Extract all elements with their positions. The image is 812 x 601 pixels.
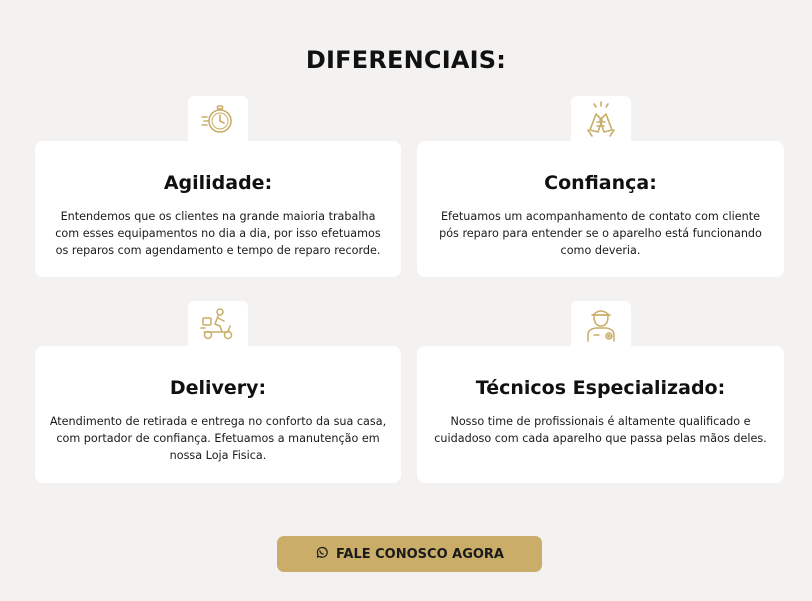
technician-icon	[583, 305, 619, 347]
icon-box	[571, 96, 631, 146]
feature-card-tecnicos: Técnicos Especializado: Nosso time de pr…	[417, 346, 784, 483]
contact-button-label: FALE CONOSCO AGORA	[336, 546, 504, 562]
card-title: Técnicos Especializado:	[475, 377, 726, 399]
stopwatch-icon	[200, 101, 236, 141]
whatsapp-icon	[315, 546, 328, 563]
card-text: Nosso time de profissionais é altamente …	[434, 415, 767, 445]
card-title: Agilidade:	[163, 172, 273, 194]
card-title: Delivery:	[169, 377, 267, 399]
icon-box	[188, 96, 248, 146]
card-text: Entendemos que os clientes na grande mai…	[55, 210, 381, 257]
handshake-icon	[582, 100, 620, 142]
feature-card-confianca: Confiança: Efetuamos um acompanhamento d…	[417, 141, 784, 277]
icon-box	[571, 301, 631, 351]
feature-card-delivery: Delivery: Atendimento de retirada e entr…	[35, 346, 401, 483]
section-title: DIFERENCIAIS:	[305, 46, 507, 74]
delivery-scooter-icon	[200, 306, 236, 346]
card-title: Confiança:	[544, 172, 657, 194]
feature-card-agilidade: Agilidade: Entendemos que os clientes na…	[35, 141, 401, 277]
card-text: Atendimento de retirada e entrega no con…	[49, 415, 387, 462]
contact-button[interactable]: FALE CONOSCO AGORA	[277, 536, 542, 572]
icon-box	[188, 301, 248, 351]
card-text: Efetuamos um acompanhamento de contato c…	[439, 210, 762, 257]
